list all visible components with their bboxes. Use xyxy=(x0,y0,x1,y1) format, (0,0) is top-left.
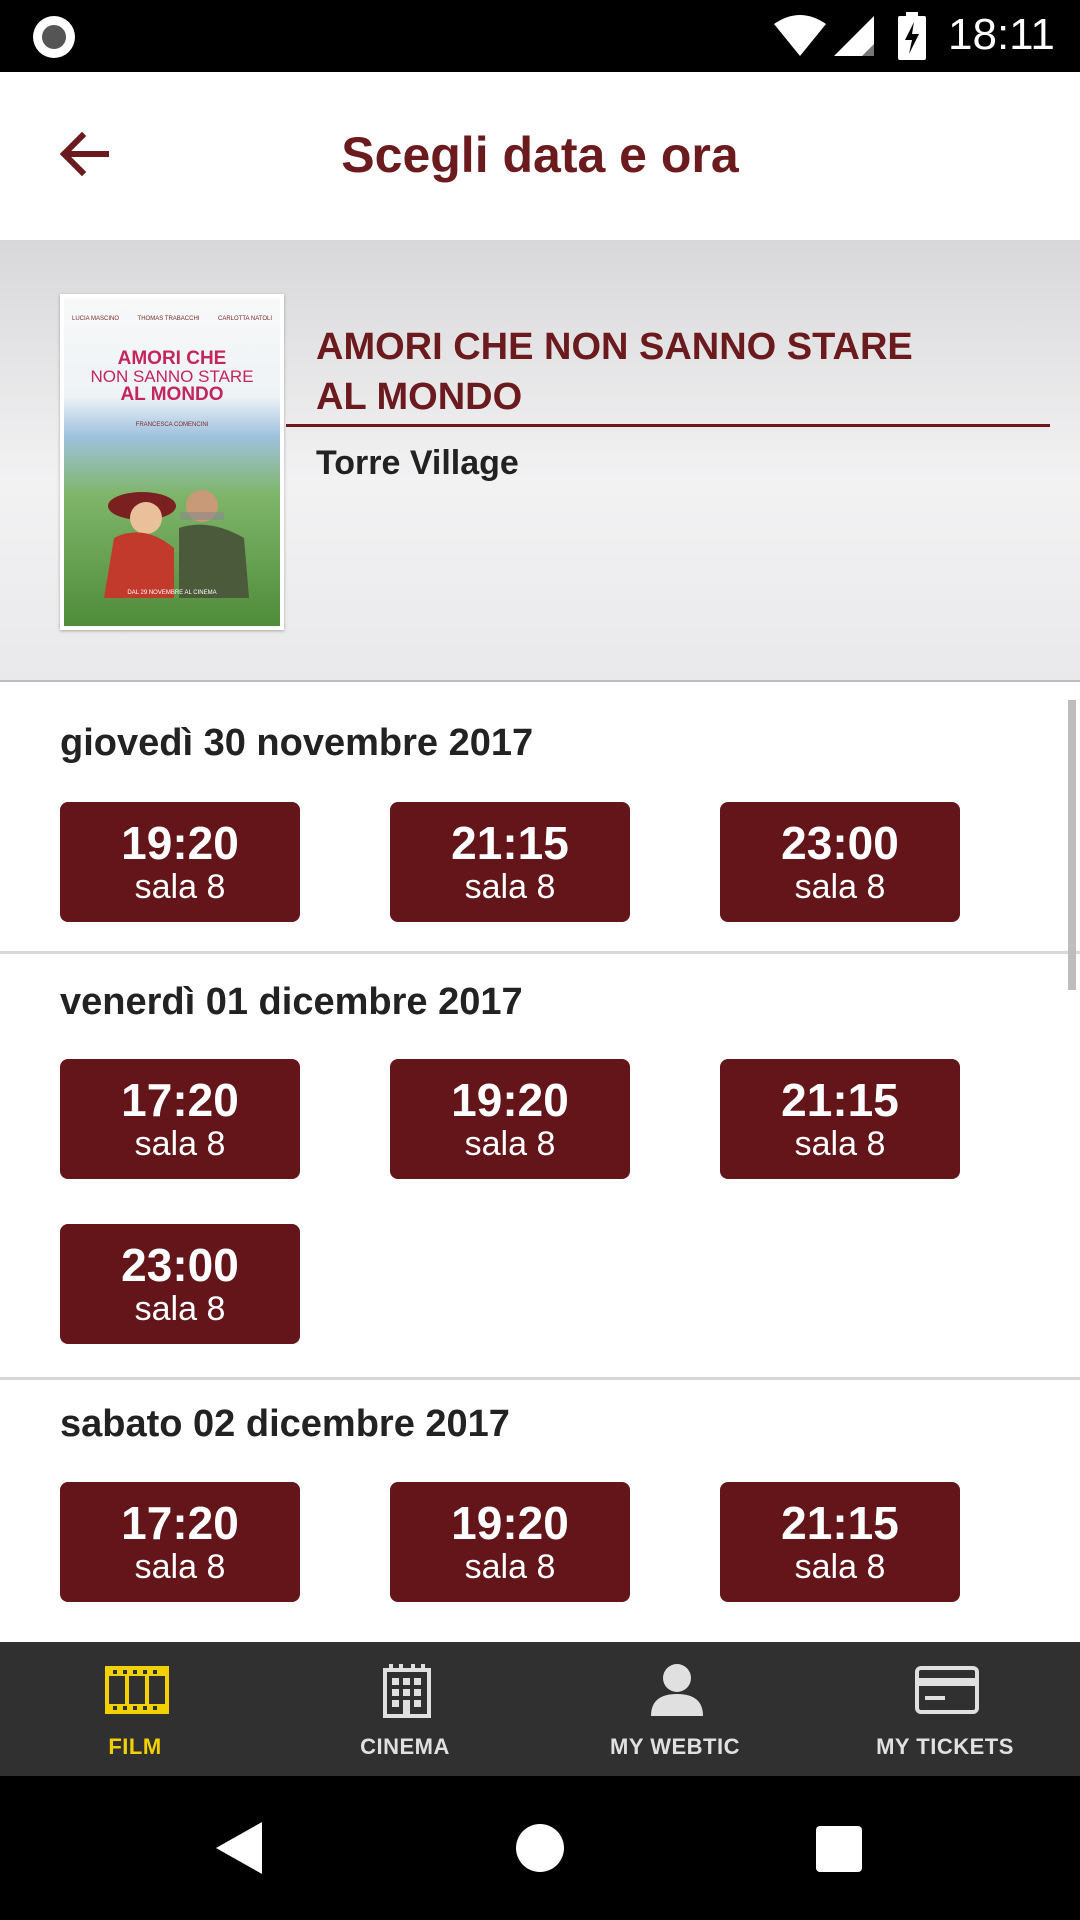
system-home-icon[interactable] xyxy=(516,1824,564,1872)
showtime-button[interactable]: 21:15 sala 8 xyxy=(720,1482,960,1602)
showtime-button[interactable]: 17:20 sala 8 xyxy=(60,1482,300,1602)
showtime-hall: sala 8 xyxy=(794,1548,886,1586)
clock: 18:11 xyxy=(948,10,1055,59)
showtime-hall: sala 8 xyxy=(134,1125,226,1163)
nav-label: CINEMA xyxy=(360,1734,450,1759)
signal-icon xyxy=(834,16,874,56)
showtime-button[interactable]: 21:15 sala 8 xyxy=(720,1059,960,1179)
film-icon xyxy=(105,1666,169,1714)
battery-charging-icon xyxy=(898,12,926,60)
title-divider xyxy=(286,424,1050,427)
day-section: sabato 02 dicembre 2017 17:20 sala 8 19:… xyxy=(0,1383,1080,1642)
nav-item-film[interactable]: FILM xyxy=(0,1642,270,1776)
nav-label: MY WEBTIC xyxy=(610,1734,740,1759)
poster-title-line: AL MONDO xyxy=(120,384,224,405)
showtime-button[interactable]: 19:20 sala 8 xyxy=(390,1059,630,1179)
poster-credit: CARLOTTA NATOLI xyxy=(217,316,272,322)
movie-title: AMORI CHE NON SANNO STARE AL MONDO xyxy=(316,322,1016,422)
showtime-time: 19:20 xyxy=(451,1497,569,1549)
system-navigation-bar xyxy=(0,1776,1080,1920)
day-label: giovedì 30 novembre 2017 xyxy=(60,722,534,764)
showtime-hall: sala 8 xyxy=(134,1548,226,1586)
movie-poster: LUCIA MASCINO THOMAS TRABACCHI CARLOTTA … xyxy=(60,294,284,630)
poster-credit: THOMAS TRABACCHI xyxy=(137,316,200,322)
showtime-button[interactable]: 21:15 sala 8 xyxy=(390,802,630,922)
showtime-button[interactable]: 23:00 sala 8 xyxy=(720,802,960,922)
wifi-icon xyxy=(774,15,826,56)
showtime-hall: sala 8 xyxy=(794,1125,886,1163)
system-recents-icon[interactable] xyxy=(816,1826,862,1872)
showtime-time: 19:20 xyxy=(121,817,239,869)
showtime-hall: sala 8 xyxy=(464,868,556,906)
poster-credits: LUCIA MASCINO THOMAS TRABACCHI CARLOTTA … xyxy=(72,316,272,322)
app-bar: Scegli data e ora xyxy=(0,72,1080,240)
scrollbar[interactable] xyxy=(1068,700,1076,990)
showtime-button[interactable]: 19:20 sala 8 xyxy=(390,1482,630,1602)
day-section: venerdì 01 dicembre 2017 17:20 sala 8 19… xyxy=(0,957,1080,1380)
showtime-time: 23:00 xyxy=(781,817,899,869)
showtime-button[interactable]: 17:20 sala 8 xyxy=(60,1059,300,1179)
poster-title: AMORI CHE NON SANNO STARE AL MONDO xyxy=(64,348,280,405)
showtime-time: 21:15 xyxy=(781,1497,899,1549)
poster-credit: LUCIA MASCINO xyxy=(72,316,120,322)
notification-dot-icon xyxy=(33,16,75,58)
showtime-time: 21:15 xyxy=(781,1074,899,1126)
nav-item-cinema[interactable]: CINEMA xyxy=(270,1642,540,1776)
nav-item-my-tickets[interactable]: MY TICKETS xyxy=(810,1642,1080,1776)
nav-label: FILM xyxy=(108,1734,162,1759)
movie-title-line: AMORI CHE NON SANNO STARE xyxy=(316,326,913,368)
movie-header: LUCIA MASCINO THOMAS TRABACCHI CARLOTTA … xyxy=(0,240,1080,682)
showtime-time: 17:20 xyxy=(121,1497,239,1549)
showtime-button[interactable]: 23:00 sala 8 xyxy=(60,1224,300,1344)
showtime-hall: sala 8 xyxy=(464,1125,556,1163)
bottom-navigation: FILM CINEMA MY WEBTIC MY TICKETS xyxy=(0,1642,1080,1776)
showtime-hall: sala 8 xyxy=(464,1548,556,1586)
poster-title-line: AMORI CHE xyxy=(117,348,227,369)
page-title: Scegli data e ora xyxy=(341,127,739,183)
showtime-time: 23:00 xyxy=(121,1239,239,1291)
day-section: giovedì 30 novembre 2017 19:20 sala 8 21… xyxy=(0,684,1080,954)
showtime-hall: sala 8 xyxy=(794,868,886,906)
status-bar: 18:11 xyxy=(0,0,1080,72)
showtime-hall: sala 8 xyxy=(134,1290,226,1328)
card-icon xyxy=(915,1666,979,1714)
day-label: venerdì 01 dicembre 2017 xyxy=(60,981,523,1023)
day-label: sabato 02 dicembre 2017 xyxy=(60,1403,510,1445)
cinema-name: Torre Village xyxy=(316,444,519,482)
building-icon xyxy=(383,1664,431,1718)
movie-title-line: AL MONDO xyxy=(316,376,523,418)
showtime-time: 21:15 xyxy=(451,817,569,869)
system-back-icon[interactable] xyxy=(214,1820,264,1876)
nav-label: MY TICKETS xyxy=(876,1734,1014,1759)
poster-release-date: DAL 29 NOVEMBRE AL CINEMA xyxy=(127,590,217,596)
nav-item-my-webtic[interactable]: MY WEBTIC xyxy=(540,1642,810,1776)
poster-couple-illustration xyxy=(104,490,249,598)
showtime-time: 19:20 xyxy=(451,1074,569,1126)
showtime-button[interactable]: 19:20 sala 8 xyxy=(60,802,300,922)
poster-director: FRANCESCA COMENCINI xyxy=(135,422,209,428)
showtime-hall: sala 8 xyxy=(134,868,226,906)
user-icon xyxy=(651,1664,703,1716)
showtime-time: 17:20 xyxy=(121,1074,239,1126)
